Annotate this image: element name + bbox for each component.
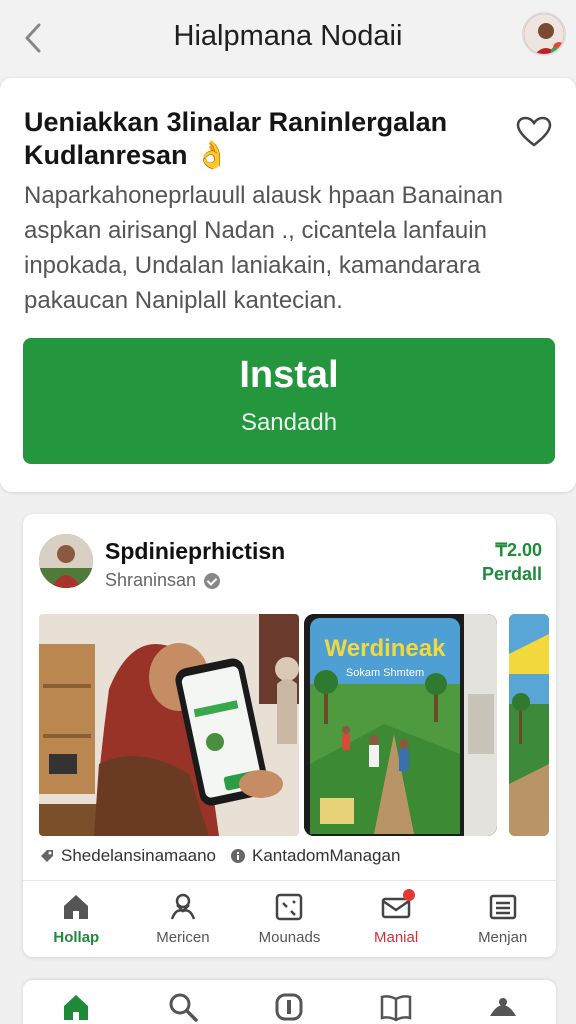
home-icon	[64, 895, 89, 919]
ok-hand-icon: 👌	[195, 140, 229, 170]
promo-title: Werdineak	[325, 635, 447, 662]
home-icon	[64, 995, 89, 1020]
developer-subtitle: Shraninsan	[105, 570, 221, 591]
notification-badge	[402, 889, 415, 901]
search-icon	[169, 993, 198, 1022]
nav-item-manial[interactable]: Manial	[343, 881, 450, 957]
tag-item[interactable]: Shedelansinamaano	[39, 846, 216, 866]
heart-icon	[516, 116, 552, 147]
chevron-left-icon	[25, 23, 41, 53]
user-avatar[interactable]	[522, 12, 566, 56]
back-button[interactable]	[18, 18, 48, 58]
favorite-button[interactable]	[516, 116, 552, 148]
bottom-nav	[23, 980, 556, 1024]
app-description: Naparkahoneprlauull alausk hpaan Banaina…	[24, 182, 504, 314]
list-icon	[489, 894, 516, 920]
screenshot-3-image	[509, 614, 549, 836]
nav-item-menjan[interactable]: Menjan	[449, 881, 556, 957]
apps-icon	[275, 993, 303, 1021]
people-icon	[170, 893, 196, 920]
install-button[interactable]: Instal Sandadh	[23, 338, 555, 464]
developer-card: Spdinieprhictisn Shraninsan ₸2.00 Perdal…	[23, 514, 556, 957]
nav-home[interactable]	[59, 990, 93, 1024]
nav-item-mounads[interactable]: Mounads	[236, 881, 343, 957]
info-icon	[231, 849, 246, 863]
nav-item-hollap[interactable]: Hollap	[23, 881, 130, 957]
nav-search[interactable]	[166, 990, 200, 1024]
nav-label: Manial	[373, 929, 419, 946]
screenshot-1[interactable]	[39, 614, 299, 836]
screenshot-2[interactable]: Werdineak Sokam Shmtem	[304, 614, 497, 836]
nav-apps[interactable]	[272, 990, 306, 1024]
nav-label: Mounads	[258, 929, 321, 946]
verified-icon	[204, 572, 221, 589]
tag-icon	[41, 850, 53, 862]
screenshot-carousel[interactable]: Werdineak Sokam Shmtem	[39, 614, 556, 836]
profile-icon	[489, 998, 516, 1016]
nav-profile[interactable]	[486, 990, 520, 1024]
avatar-image	[524, 14, 564, 54]
app-title: Ueniakkan 3linalar Raninlergalan Kudlanr…	[24, 107, 448, 170]
developer-subtitle-text: Shraninsan	[105, 570, 197, 590]
tag-label: Shedelansinamaano	[61, 846, 217, 865]
nav-label: Hollap	[53, 929, 100, 946]
app-info-card: Ueniakkan 3linalar Raninlergalan Kudlanr…	[0, 78, 576, 492]
nav-label: Mericen	[156, 929, 210, 946]
tag-item[interactable]: KantadomManagan	[230, 846, 400, 866]
top-bar: Hialpmana Nodaii	[0, 0, 576, 76]
screenshot-2-image: Werdineak Sokam Shmtem	[304, 614, 497, 836]
price: ₸2.00	[495, 540, 543, 560]
developer-avatar[interactable]	[39, 534, 93, 588]
install-label: Instal	[239, 354, 339, 396]
nav-item-mericen[interactable]: Mericen	[130, 881, 237, 957]
developer-name[interactable]: Spdinieprhictisn	[105, 538, 285, 565]
board-icon	[276, 893, 303, 921]
tag-row: Shedelansinamaano KantadomManagan	[39, 846, 400, 866]
install-sublabel: Sandadh	[240, 409, 338, 436]
promo-subtitle: Sokam Shmtem	[346, 667, 424, 679]
book-icon	[380, 995, 412, 1022]
nav-label: Menjan	[478, 929, 528, 946]
price-period: Perdall	[481, 564, 542, 584]
tag-label: KantadomManagan	[252, 846, 401, 865]
page-title: Hialpmana Nodaii	[173, 20, 403, 52]
nav-library[interactable]	[379, 990, 413, 1024]
screenshot-1-image	[39, 614, 299, 836]
screenshot-3[interactable]	[509, 614, 549, 836]
app-section-nav: Hollap Mericen Mounads Manial Menjan	[23, 880, 556, 957]
developer-avatar-image	[39, 534, 93, 588]
